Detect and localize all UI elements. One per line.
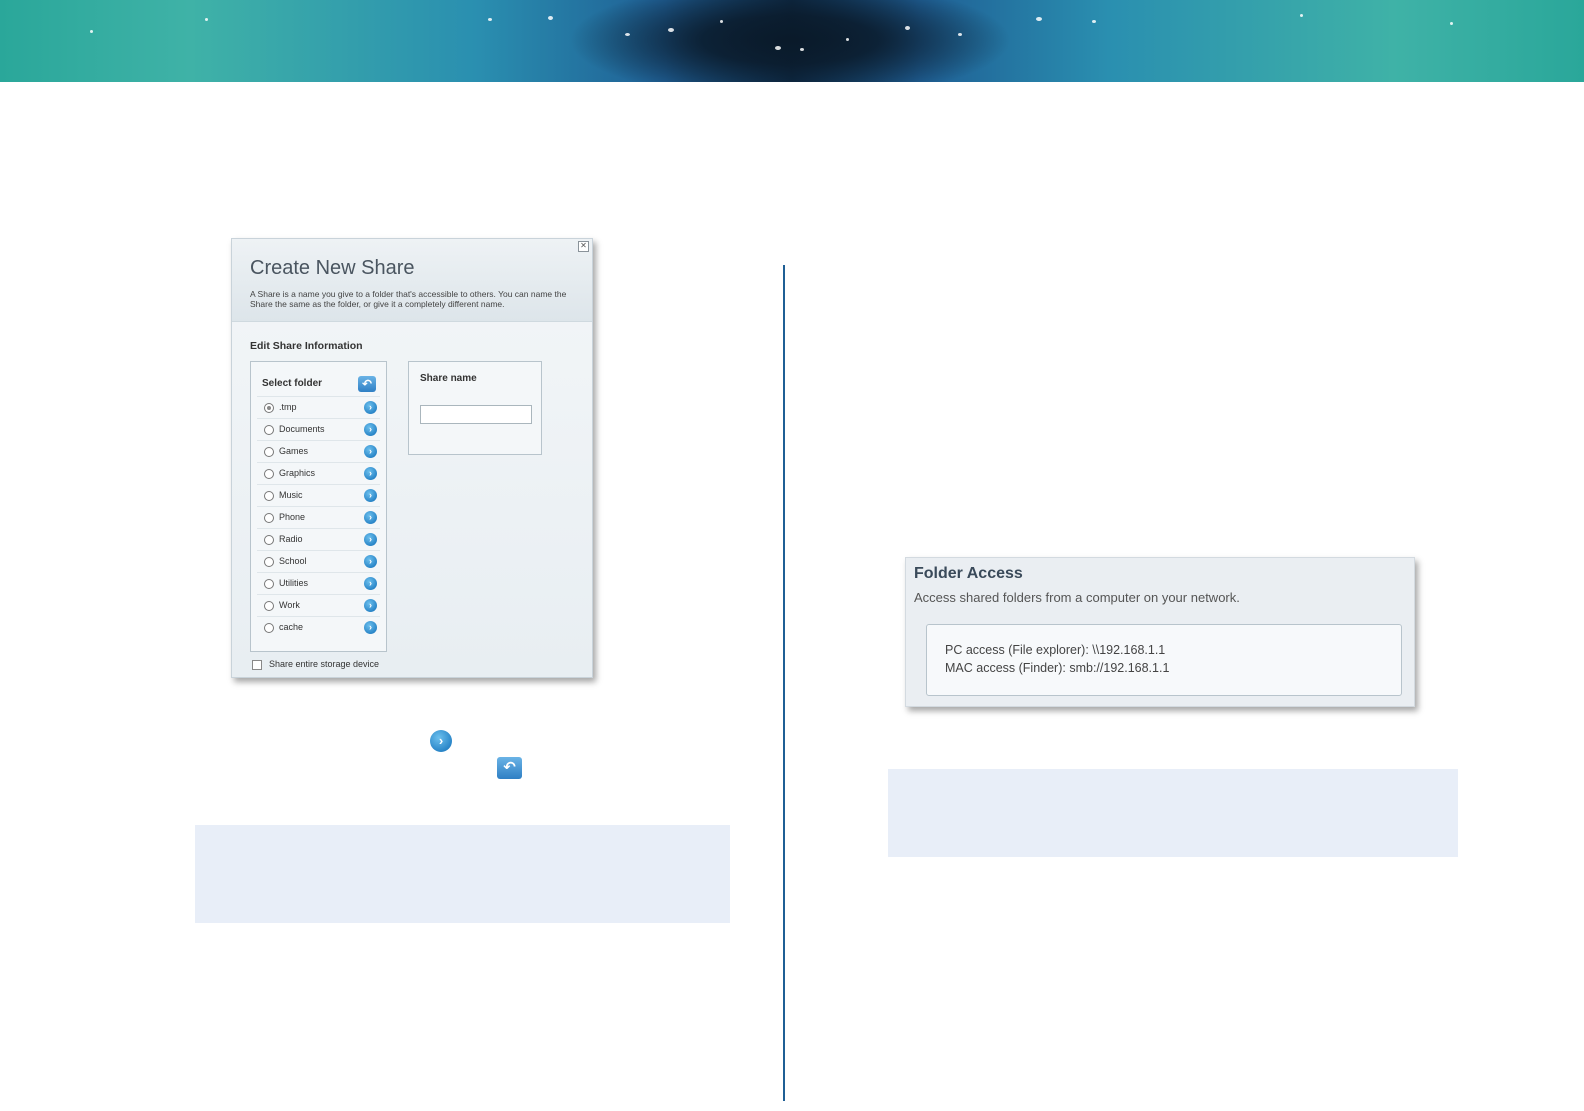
- chevron-right-icon[interactable]: ›: [364, 621, 377, 634]
- folder-row[interactable]: Music ›: [257, 484, 380, 507]
- chevron-right-icon: ›: [430, 730, 452, 752]
- folder-row[interactable]: Graphics ›: [257, 462, 380, 485]
- folder-name: Work: [279, 600, 300, 610]
- dialog-header: Create New Share A Share is a name you g…: [232, 239, 592, 322]
- folder-radio[interactable]: [264, 557, 274, 567]
- chevron-right-icon[interactable]: ›: [364, 467, 377, 480]
- note-box: [888, 769, 1458, 857]
- folder-name: School: [279, 556, 307, 566]
- folder-radio[interactable]: [264, 513, 274, 523]
- select-folder-panel: Select folder ↶ .tmp › Documents › Games…: [250, 361, 387, 652]
- folder-name: .tmp: [279, 402, 297, 412]
- chevron-right-icon[interactable]: ›: [364, 599, 377, 612]
- folder-radio[interactable]: [264, 579, 274, 589]
- chevron-right-icon[interactable]: ›: [364, 489, 377, 502]
- close-icon[interactable]: ✕: [578, 241, 589, 252]
- folder-name: Utilities: [279, 578, 309, 588]
- folder-row[interactable]: cache ›: [257, 616, 380, 639]
- section-title: Edit Share Information: [250, 340, 363, 352]
- folder-name: Music: [279, 490, 303, 500]
- folder-name: Graphics: [279, 468, 316, 478]
- header-banner: [0, 0, 1584, 82]
- folder-name: Games: [279, 446, 309, 456]
- share-entire-label: Share entire storage device: [269, 659, 380, 669]
- chevron-right-icon[interactable]: ›: [364, 577, 377, 590]
- folder-row[interactable]: Utilities ›: [257, 572, 380, 595]
- back-arrow-icon[interactable]: ↶: [358, 376, 376, 392]
- note-box: [195, 825, 730, 923]
- column-divider: [783, 265, 785, 1101]
- chevron-right-icon[interactable]: ›: [364, 511, 377, 524]
- folder-access-subtitle: Access shared folders from a computer on…: [914, 590, 1240, 605]
- create-share-dialog: Create New Share A Share is a name you g…: [231, 238, 593, 678]
- folder-name: Documents: [279, 424, 325, 434]
- folder-radio[interactable]: [264, 623, 274, 633]
- share-name-panel: Share name: [408, 361, 542, 455]
- back-arrow-icon: ↶: [497, 757, 522, 779]
- dialog-description: A Share is a name you give to a folder t…: [250, 289, 567, 309]
- folder-row[interactable]: Documents ›: [257, 418, 380, 441]
- share-entire-checkbox[interactable]: [252, 660, 262, 670]
- pc-access-text: PC access (File explorer): \\192.168.1.1: [945, 643, 1166, 657]
- folder-radio[interactable]: [264, 469, 274, 479]
- folder-access-panel: Folder Access Access shared folders from…: [905, 557, 1415, 707]
- folder-access-details: PC access (File explorer): \\192.168.1.1…: [926, 624, 1402, 696]
- share-name-input[interactable]: [420, 405, 532, 424]
- folder-radio[interactable]: [264, 425, 274, 435]
- folder-radio[interactable]: [264, 601, 274, 611]
- mac-access-text: MAC access (Finder): smb://192.168.1.1: [945, 661, 1170, 675]
- folder-row[interactable]: Radio ›: [257, 528, 380, 551]
- chevron-right-icon[interactable]: ›: [364, 423, 377, 436]
- folder-radio[interactable]: [264, 535, 274, 545]
- folder-name: cache: [279, 622, 304, 632]
- folder-row[interactable]: Games ›: [257, 440, 380, 463]
- folder-access-title: Folder Access: [914, 565, 1023, 582]
- folder-radio[interactable]: [264, 403, 274, 413]
- share-name-label: Share name: [420, 373, 477, 384]
- folder-name: Radio: [279, 534, 303, 544]
- folder-radio[interactable]: [264, 491, 274, 501]
- dialog-title: Create New Share: [250, 257, 415, 279]
- select-folder-label: Select folder: [262, 378, 323, 389]
- folder-row[interactable]: .tmp ›: [257, 396, 380, 419]
- folder-row[interactable]: Work ›: [257, 594, 380, 617]
- folder-name: Phone: [279, 512, 306, 522]
- chevron-right-icon[interactable]: ›: [364, 401, 377, 414]
- folder-row[interactable]: Phone ›: [257, 506, 380, 529]
- chevron-right-icon[interactable]: ›: [364, 555, 377, 568]
- chevron-right-icon[interactable]: ›: [364, 445, 377, 458]
- chevron-right-icon[interactable]: ›: [364, 533, 377, 546]
- folder-row[interactable]: School ›: [257, 550, 380, 573]
- folder-radio[interactable]: [264, 447, 274, 457]
